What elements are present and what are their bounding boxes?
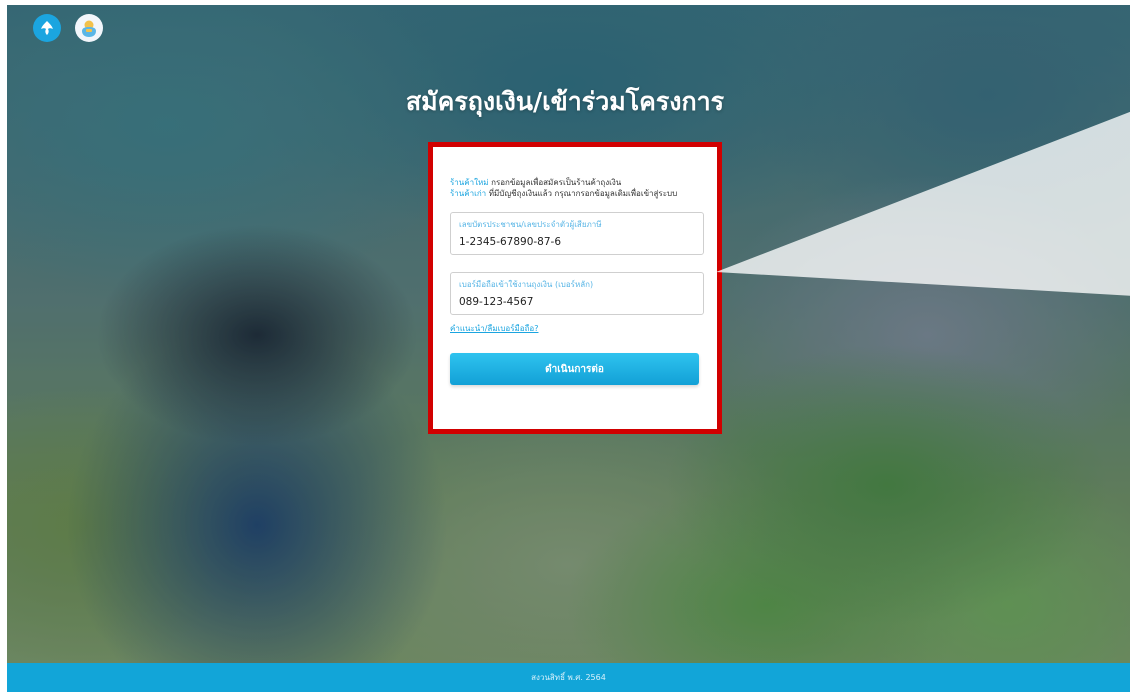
info-text: ร้านค้าใหม่ กรอกข้อมูลเพื่อสมัครเป็นร้าน… xyxy=(450,177,704,199)
phone-field[interactable]: เบอร์มือถือเข้าใช้งานถุงเงิน (เบอร์หลัก) xyxy=(450,272,704,315)
highlight-frame: ร้านค้าใหม่ กรอกข้อมูลเพื่อสมัครเป็นร้าน… xyxy=(428,142,722,434)
footer-copyright: สงวนสิทธิ์ พ.ศ. 2564 xyxy=(531,673,606,682)
id-field[interactable]: เลขบัตรประชาชน/เลขประจำตัวผู้เสียภาษี xyxy=(450,212,704,255)
logo-group xyxy=(33,14,103,42)
forgot-phone-link[interactable]: คำแนะนำ/ลืมเบอร์มือถือ? xyxy=(450,322,538,335)
phone-field-label: เบอร์มือถือเข้าใช้งานถุงเงิน (เบอร์หลัก) xyxy=(459,280,594,289)
continue-button[interactable]: ดำเนินการต่อ xyxy=(450,353,699,385)
tung-ngern-logo[interactable] xyxy=(75,14,103,42)
krungthai-bird-icon xyxy=(41,21,53,35)
login-card: ร้านค้าใหม่ กรอกข้อมูลเพื่อสมัครเป็นร้าน… xyxy=(450,177,704,385)
old-shop-tag: ร้านค้าเก่า xyxy=(450,189,487,198)
info-line-old: ร้านค้าเก่า ที่มีบัญชีถุงเงินแล้ว กรุณาก… xyxy=(450,188,704,199)
info-line-new: ร้านค้าใหม่ กรอกข้อมูลเพื่อสมัครเป็นร้าน… xyxy=(450,177,704,188)
old-shop-text: ที่มีบัญชีถุงเงินแล้ว กรุณากรอกข้อมูลเดิ… xyxy=(486,189,678,198)
phone-input[interactable] xyxy=(459,296,695,308)
money-bag-icon xyxy=(82,20,96,37)
new-shop-text: กรอกข้อมูลเพื่อสมัครเป็นร้านค้าถุงเงิน xyxy=(488,178,622,187)
id-input[interactable] xyxy=(459,236,695,248)
krungthai-logo[interactable] xyxy=(33,14,61,42)
id-field-label: เลขบัตรประชาชน/เลขประจำตัวผู้เสียภาษี xyxy=(459,220,602,229)
footer-bar: สงวนสิทธิ์ พ.ศ. 2564 xyxy=(7,663,1130,692)
new-shop-tag: ร้านค้าใหม่ xyxy=(450,178,489,187)
page-title: สมัครถุงเงิน/เข้าร่วมโครงการ xyxy=(405,87,725,116)
